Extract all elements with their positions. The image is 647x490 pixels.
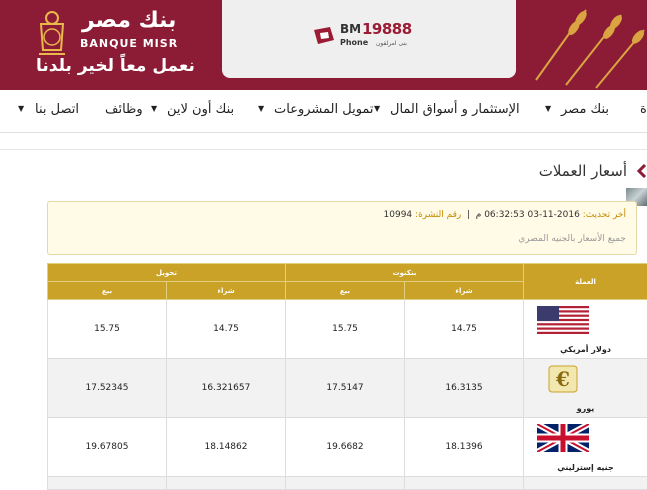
update-info-line: أخر تحديث: 2016-11-03 06:32:53 م | رقم ا… [384, 210, 626, 220]
transfer-sell-cell: 17.52345 [48, 359, 167, 418]
table-cell [286, 477, 405, 490]
bulletin-label: رقم النشرة: [415, 210, 461, 220]
hotline-number: 19888 [362, 20, 412, 38]
banque-misr-emblem-icon [37, 10, 67, 56]
cash-buy-cell: 14.75 [405, 300, 524, 359]
currency-note: جميع الأسعار بالجنيه المصري [518, 234, 626, 244]
nav-item-contact[interactable]: اتصل بنا [35, 102, 79, 117]
currency-cell: € يورو [524, 359, 647, 418]
transfer-sell-cell: 19.67805 [48, 418, 167, 477]
bulletin-value: 10994 [384, 210, 413, 220]
nav-item-careers[interactable]: وظائف [105, 102, 143, 117]
main-navigation: ة بنك مصر ▼ الإستثمار و أسواق المال ▼ تم… [0, 90, 647, 133]
cash-buy-cell: 16.3135 [405, 359, 524, 418]
bm-subtitle: بنى امرلقون [376, 40, 407, 47]
table-cell [524, 477, 647, 490]
cash-buy-cell: 18.1396 [405, 418, 524, 477]
bm-phone-label: Phone [340, 38, 368, 47]
chevron-left-icon [636, 164, 646, 178]
hotline-banner[interactable] [222, 0, 516, 78]
cash-buy-header: شراء [405, 282, 524, 300]
transfer-buy-cell: 16.321657 [167, 359, 286, 418]
nav-item-project-finance[interactable]: تمويل المشروعات [274, 102, 374, 117]
chevron-down-icon[interactable]: ▼ [545, 104, 551, 113]
table-row [48, 477, 647, 490]
table-row: 17.52345 16.321657 17.5147 16.3135 € يور… [48, 359, 647, 418]
logo-slogan: نعمل معاً لخير بلدنا [36, 56, 195, 76]
cash-sell-cell: 15.75 [286, 300, 405, 359]
chevron-down-icon[interactable]: ▼ [18, 104, 24, 113]
bm-label: BM [340, 22, 361, 36]
table-row: 19.67805 18.14862 19.6682 18.1396 جنيه إ… [48, 418, 647, 477]
content-area: أسعار العملات أخر تحديث: 2016-11-03 06:3… [0, 149, 647, 472]
logo-english-text: BANQUE MISR [80, 37, 178, 50]
svg-text:€: € [555, 367, 570, 391]
transfer-sell-header: بيع [48, 282, 167, 300]
us-flag-icon [537, 306, 589, 334]
transfer-buy-cell: 14.75 [167, 300, 286, 359]
currency-cell: جنيه إسترليني [524, 418, 647, 477]
phone-handset-icon [312, 26, 336, 46]
wheat-decoration-icon [526, 0, 647, 90]
last-update-value: 2016-11-03 06:32:53 م [476, 210, 580, 220]
currency-cell: دولار أمريكي [524, 300, 647, 359]
nav-item-banque-misr[interactable]: بنك مصر [561, 102, 609, 117]
page-title: أسعار العملات [539, 162, 627, 180]
cash-sell-cell: 17.5147 [286, 359, 405, 418]
table-cell [405, 477, 524, 490]
chevron-down-icon[interactable]: ▼ [374, 104, 380, 113]
info-separator: | [467, 210, 470, 220]
currency-name: يورو [524, 404, 647, 413]
transfer-buy-header: شراء [167, 282, 286, 300]
table-cell [167, 477, 286, 490]
logo-arabic-text: بنك مصر [82, 8, 176, 34]
table-header-row: تحويل بنكنوت العملة [48, 264, 647, 282]
update-info-box: أخر تحديث: 2016-11-03 06:32:53 م | رقم ا… [47, 201, 637, 255]
currency-header: العملة [524, 264, 647, 300]
transfer-buy-cell: 18.14862 [167, 418, 286, 477]
cash-header: بنكنوت [286, 264, 524, 282]
uk-flag-icon [537, 424, 589, 452]
table-cell [48, 477, 167, 490]
currency-name: دولار أمريكي [524, 345, 647, 354]
euro-icon: € [548, 365, 578, 393]
table-row: 15.75 14.75 15.75 14.75 دولار أمريكي [48, 300, 647, 359]
cash-sell-cell: 19.6682 [286, 418, 405, 477]
site-header: بنك مصر BANQUE MISR نعمل معاً لخير بلدنا… [0, 0, 647, 90]
transfer-header: تحويل [48, 264, 286, 282]
cash-sell-header: بيع [286, 282, 405, 300]
transfer-sell-cell: 15.75 [48, 300, 167, 359]
nav-item-investment[interactable]: الإستثمار و أسواق المال [390, 102, 520, 117]
nav-item-online-banking[interactable]: بنك أون لاين [167, 102, 234, 117]
exchange-rates-table: تحويل بنكنوت العملة بيع شراء بيع شراء 15… [47, 263, 647, 490]
last-update-label: أخر تحديث: [583, 210, 626, 220]
chevron-down-icon[interactable]: ▼ [258, 104, 264, 113]
chevron-down-icon[interactable]: ▼ [151, 104, 157, 113]
nav-item-home[interactable]: ة [640, 102, 647, 117]
